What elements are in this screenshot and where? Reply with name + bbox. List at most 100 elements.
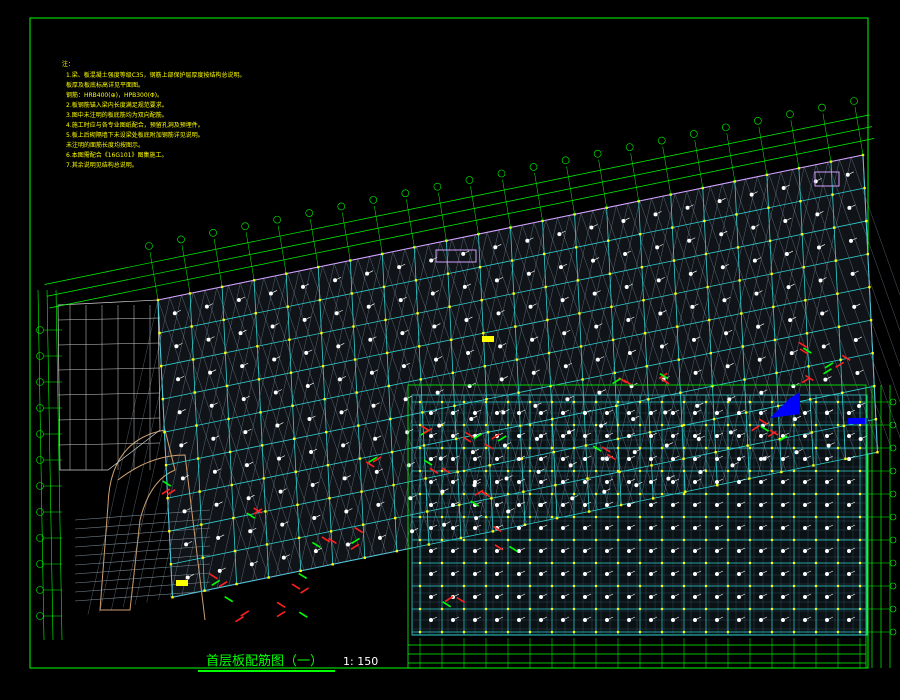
rebar-tag (397, 265, 402, 270)
column-marker (770, 561, 774, 565)
column-marker (418, 446, 422, 450)
rebar-tag (847, 205, 852, 210)
rebar-tag (803, 572, 807, 576)
rebar-tag (339, 410, 344, 415)
rebar-tag (715, 618, 719, 622)
rebar-tag (435, 390, 440, 395)
column-marker (792, 584, 796, 588)
rebar-tag (825, 549, 829, 553)
rebar-tag (495, 618, 499, 622)
column-marker (814, 423, 818, 427)
rebar-tag (473, 411, 477, 415)
rebar-tag (470, 450, 475, 455)
column-marker (814, 446, 818, 450)
rebar-tag (759, 480, 763, 484)
rebar-tag (539, 480, 543, 484)
column-marker (682, 400, 686, 404)
rebar-tag (568, 463, 573, 468)
rebar-tag (781, 595, 785, 599)
column-marker (831, 193, 834, 196)
column-marker (518, 424, 522, 427)
rebar-tag (627, 480, 631, 484)
rebar-tag (583, 618, 587, 622)
cad-drawing-canvas[interactable]: 注： 1.梁、板混凝土强度等级C35，钢筋上部保护层厚度按结构总说明。 板厚及板… (0, 0, 900, 700)
rebar-tag (671, 526, 675, 530)
column-marker (660, 400, 664, 404)
rebar-tag (408, 496, 413, 501)
column-marker (462, 538, 466, 542)
rebar-tag (825, 526, 829, 530)
rebar-tag (429, 595, 433, 599)
dimension-tick (374, 205, 383, 254)
rebar-tag (751, 225, 756, 230)
column-marker (726, 423, 730, 427)
column-marker (709, 351, 713, 355)
column-marker (394, 516, 397, 520)
rebar-tag (558, 265, 563, 270)
column-marker (639, 232, 642, 236)
column-marker (792, 515, 796, 519)
column-marker (748, 469, 752, 473)
column-marker (869, 318, 873, 322)
column-marker (288, 338, 291, 341)
column-marker (858, 584, 862, 588)
column-marker (638, 607, 642, 611)
column-marker (679, 391, 682, 394)
column-marker (837, 325, 841, 328)
column-marker (390, 450, 394, 454)
column-marker (484, 630, 488, 634)
column-marker (773, 338, 777, 342)
rebar-tag (715, 549, 719, 553)
column-marker (660, 423, 664, 427)
column-marker (418, 492, 422, 496)
column-marker (440, 515, 444, 519)
rebar-tag (781, 572, 785, 576)
column-marker (462, 584, 466, 588)
column-marker (512, 292, 515, 295)
rebar-tag (561, 457, 565, 461)
rebar-tag (451, 434, 455, 438)
rebar-tag (656, 278, 661, 283)
rebar-tag (825, 503, 829, 507)
column-marker (440, 607, 444, 611)
rebar-tag (597, 390, 602, 395)
rebar-tag (794, 450, 799, 455)
rebar-tag (176, 377, 181, 382)
column-marker (484, 607, 488, 611)
rebar-tag (374, 469, 379, 474)
rebar-tag (605, 549, 609, 553)
column-marker (619, 503, 623, 507)
rebar-tag (179, 443, 184, 448)
rebar-tag (649, 434, 653, 438)
column-marker (424, 477, 427, 480)
column-marker (726, 515, 730, 519)
rebar-tag (759, 618, 763, 622)
column-marker (506, 423, 510, 427)
column-marker (440, 538, 444, 542)
axis-bubble (625, 143, 634, 151)
axis-bubble (465, 176, 474, 184)
rebar-tag (406, 463, 411, 468)
rebar-tag (517, 434, 521, 438)
rebar-tag (698, 469, 703, 474)
rebar-tag (759, 434, 763, 438)
rebar-tag (602, 489, 607, 494)
rebar-tag (847, 434, 851, 438)
column-marker (264, 510, 267, 513)
rebar-tag (853, 337, 858, 342)
column-marker (235, 582, 238, 586)
column-marker (550, 423, 554, 427)
rebar-tag (429, 572, 433, 576)
note-line-3: 钢筋：HRB400(⊕)，HPB300(Φ)。 (66, 91, 163, 99)
column-marker (363, 556, 366, 559)
dimension-tick (758, 126, 768, 175)
rebar-tag (498, 344, 503, 349)
rebar-tag (649, 572, 653, 576)
rebar-tag (847, 549, 851, 553)
column-marker (296, 503, 299, 507)
column-marker (804, 299, 807, 302)
column-marker (161, 397, 165, 401)
column-marker (572, 630, 576, 634)
slab-reinforcement-plan[interactable]: 注： 1.梁、板混凝土强度等级C35，钢筋上部保护层厚度按结构总说明。 板厚及板… (0, 0, 900, 700)
column-marker (254, 312, 257, 315)
